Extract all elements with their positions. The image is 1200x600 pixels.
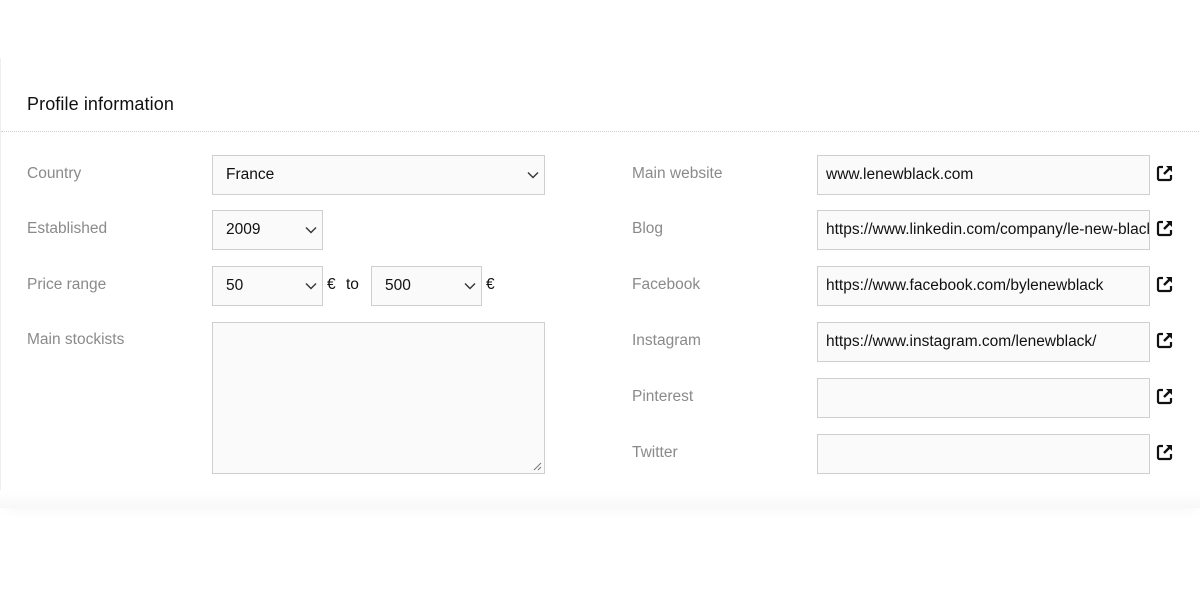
price-min-currency: €: [327, 276, 336, 293]
twitter-label: Twitter: [632, 444, 678, 461]
country-select[interactable]: France: [212, 155, 545, 195]
blog-value: https://www.linkedin.com/company/le-new-…: [826, 221, 1150, 238]
facebook-label: Facebook: [632, 276, 701, 293]
instagram-value: https://www.instagram.com/lenewblack/: [826, 333, 1097, 350]
price-max-select[interactable]: 500: [371, 266, 482, 306]
main-website-input[interactable]: www.lenewblack.com: [817, 155, 1150, 195]
price-min-select[interactable]: 50: [212, 266, 323, 306]
established-select[interactable]: 2009: [212, 210, 323, 250]
main-website-value: www.lenewblack.com: [826, 166, 974, 183]
pinterest-input[interactable]: [817, 378, 1150, 418]
price-min-value: 50: [226, 277, 244, 294]
facebook-input[interactable]: https://www.facebook.com/bylenewblack: [817, 266, 1150, 306]
external-link-icon[interactable]: [1156, 164, 1174, 182]
chevron-down-icon: [464, 283, 476, 290]
main-website-label: Main website: [632, 165, 723, 182]
blog-label: Blog: [632, 220, 664, 237]
price-to-text: to: [346, 276, 359, 293]
profile-information-panel: Profile information Country France Estab…: [0, 58, 1200, 508]
panel-footer: [0, 490, 1200, 508]
main-stockists-label: Main stockists: [27, 331, 125, 348]
main-stockists-textarea[interactable]: [212, 322, 545, 474]
price-max-currency: €: [486, 276, 495, 293]
instagram-input[interactable]: https://www.instagram.com/lenewblack/: [817, 322, 1150, 362]
section-title: Profile information: [27, 94, 174, 114]
twitter-input[interactable]: [817, 434, 1150, 474]
chevron-down-icon: [527, 172, 539, 179]
price-range-label: Price range: [27, 276, 107, 293]
country-label: Country: [27, 165, 82, 182]
pinterest-label: Pinterest: [632, 388, 694, 405]
external-link-icon[interactable]: [1156, 219, 1174, 237]
external-link-icon[interactable]: [1156, 275, 1174, 293]
resize-handle-icon[interactable]: [533, 462, 542, 471]
instagram-label: Instagram: [632, 332, 701, 349]
established-value: 2009: [226, 221, 261, 238]
facebook-value: https://www.facebook.com/bylenewblack: [826, 277, 1104, 294]
external-link-icon[interactable]: [1156, 331, 1174, 349]
country-value: France: [226, 166, 275, 183]
blog-input[interactable]: https://www.linkedin.com/company/le-new-…: [817, 210, 1150, 250]
chevron-down-icon: [305, 283, 317, 290]
price-max-value: 500: [385, 277, 411, 294]
external-link-icon[interactable]: [1156, 443, 1174, 461]
external-link-icon[interactable]: [1156, 387, 1174, 405]
section-divider: [1, 131, 1200, 132]
established-label: Established: [27, 220, 108, 237]
chevron-down-icon: [305, 227, 317, 234]
